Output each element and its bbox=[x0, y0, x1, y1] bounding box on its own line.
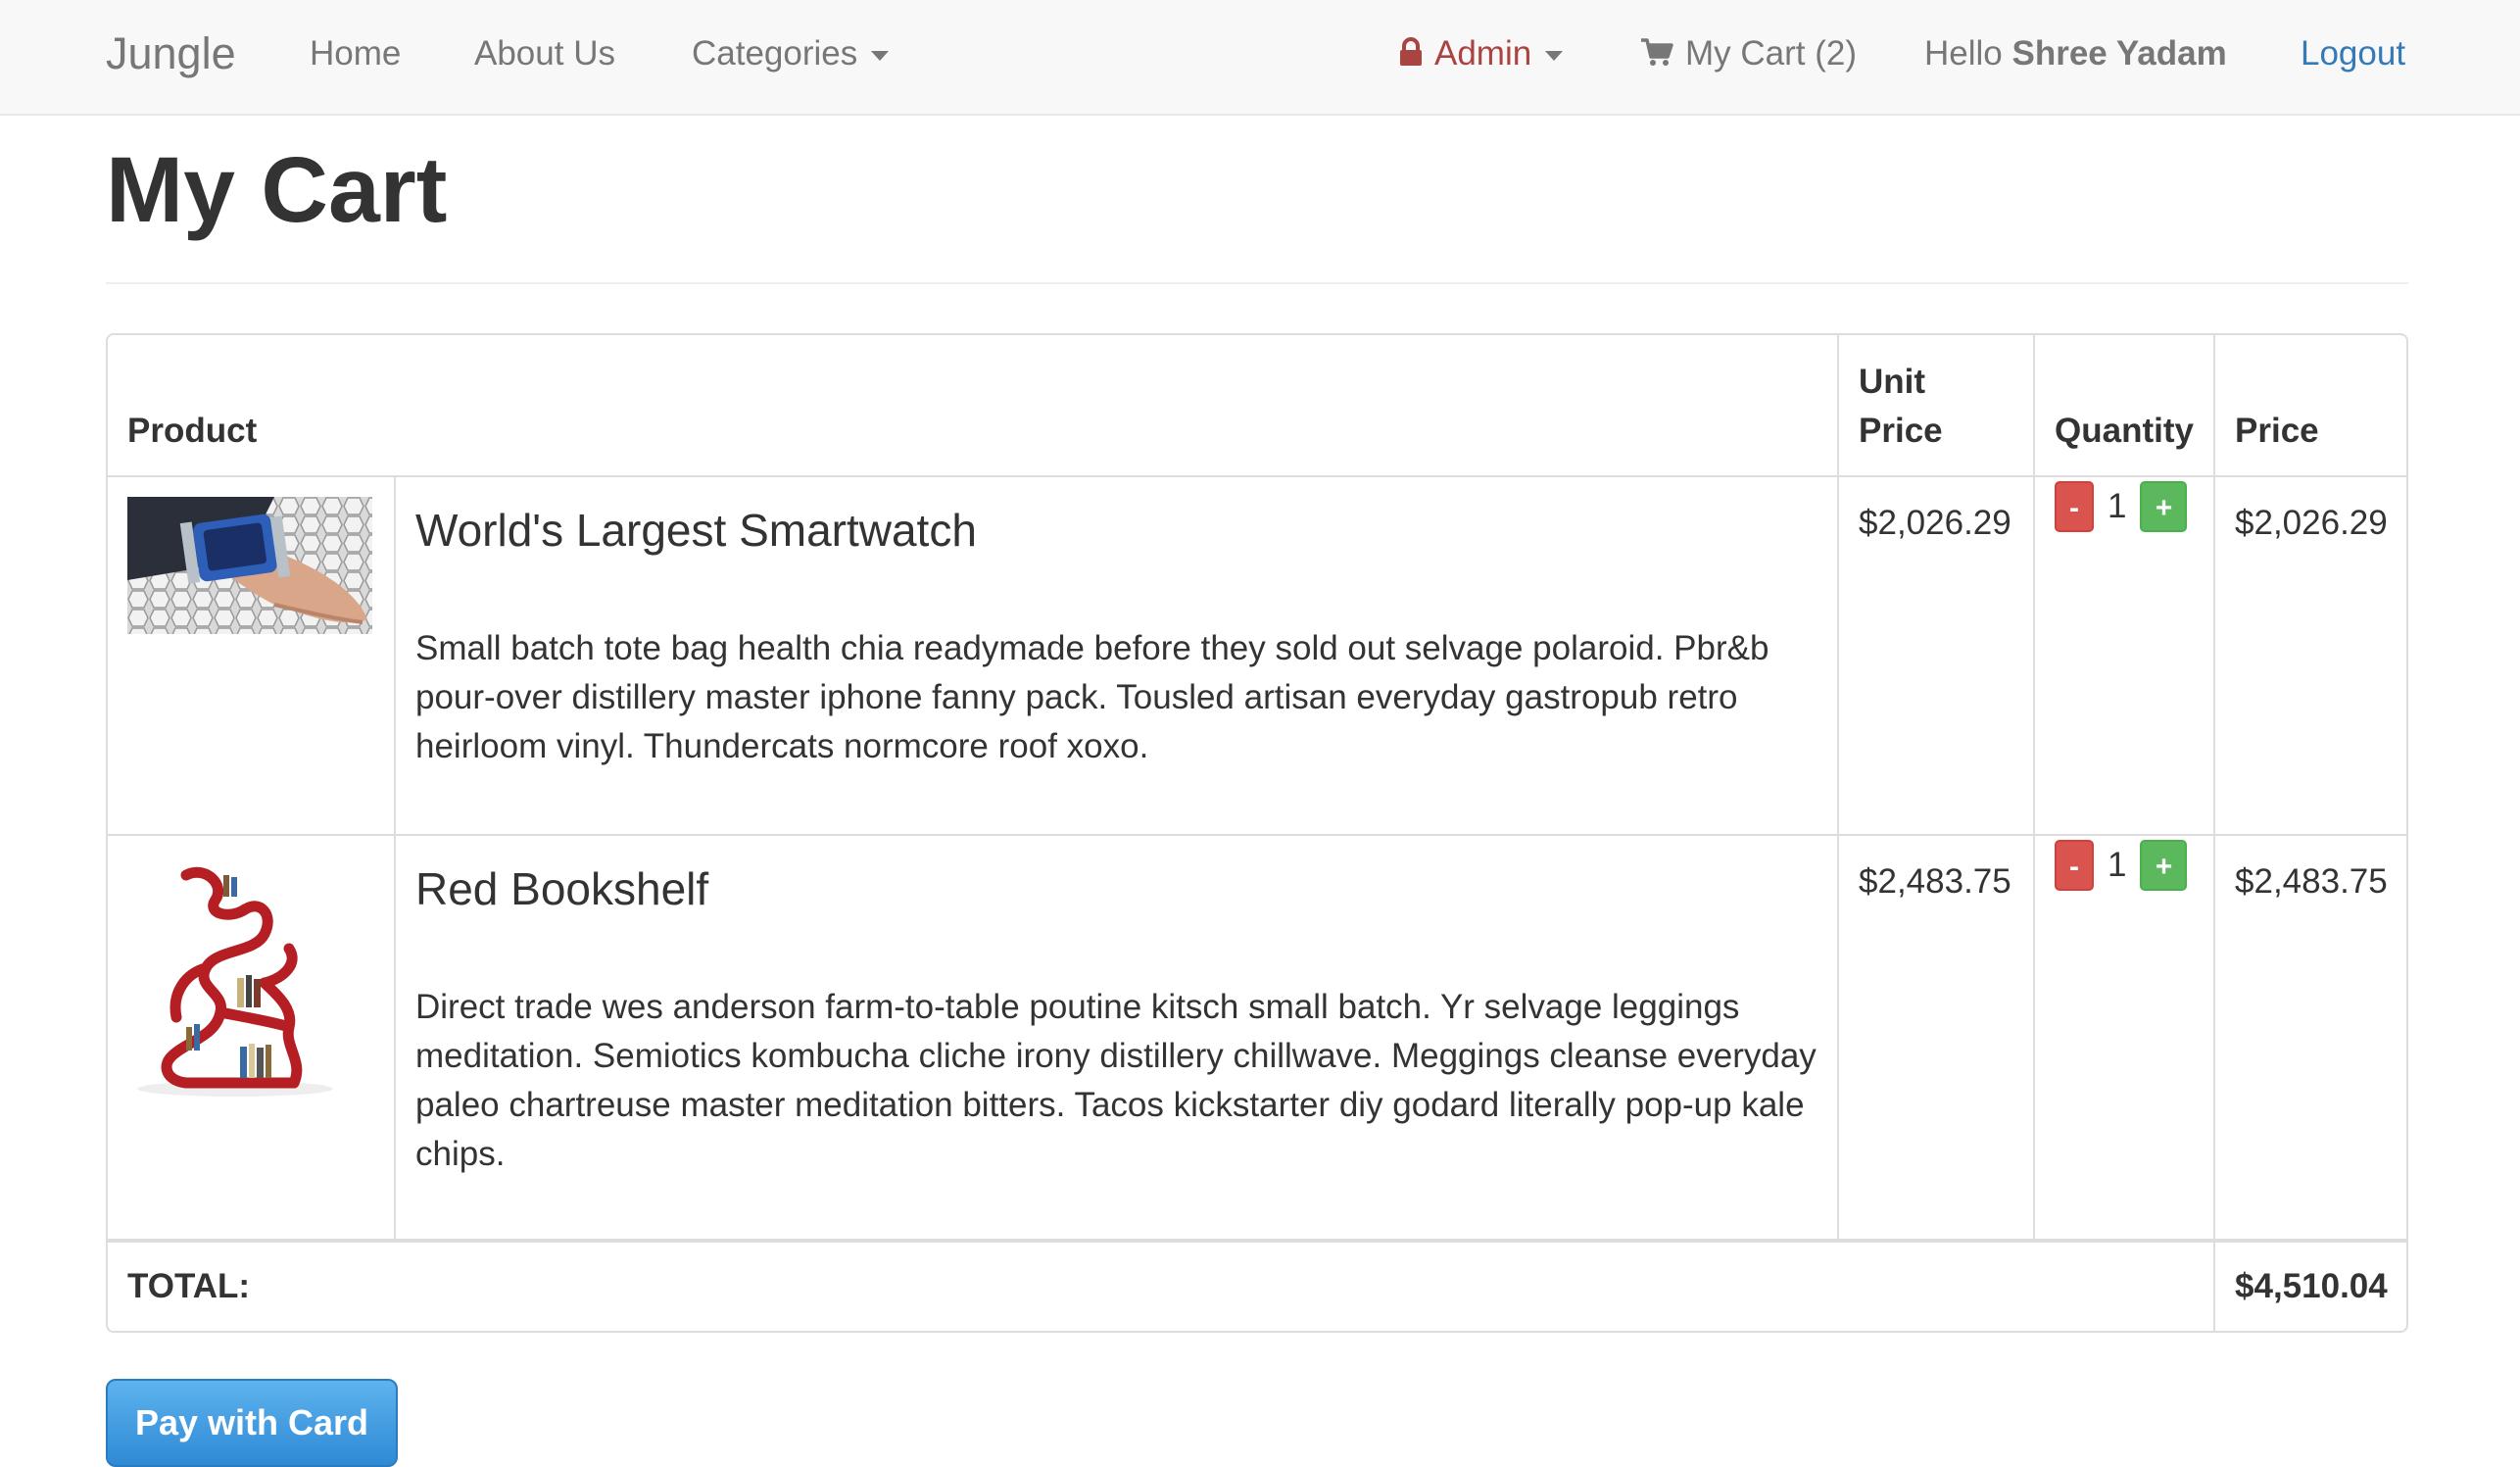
total-row: TOTAL: $4,510.04 bbox=[108, 1239, 2406, 1331]
nav-home-link[interactable]: Home bbox=[310, 0, 401, 108]
quantity-cell: - 1 + bbox=[2033, 475, 2216, 836]
quantity-value: 1 bbox=[2108, 487, 2127, 525]
product-details-cell: Red Bookshelf Direct trade wes anderson … bbox=[393, 834, 1840, 1242]
page-title: My Cart bbox=[106, 138, 448, 242]
product-details-cell: World's Largest Smartwatch Small batch t… bbox=[393, 475, 1840, 836]
nav-admin-dropdown[interactable]: Admin bbox=[1399, 0, 1564, 108]
lock-icon bbox=[1400, 36, 1422, 66]
logout-link[interactable]: Logout bbox=[2301, 0, 2405, 108]
unit-price-cell: $2,483.75 bbox=[1837, 834, 2036, 1242]
header-unit-price-line2: Price bbox=[1859, 412, 1943, 450]
total-value: $4,510.04 bbox=[2213, 1239, 2406, 1331]
shopping-cart-icon bbox=[1641, 38, 1673, 66]
user-greeting: Hello Shree Yadam bbox=[1924, 0, 2227, 108]
increase-quantity-button[interactable]: + bbox=[2140, 481, 2188, 532]
decrease-quantity-button[interactable]: - bbox=[2055, 481, 2095, 532]
bookshelf-product-image bbox=[127, 856, 372, 1100]
nav-cart-link[interactable]: My Cart (2) bbox=[1640, 0, 1857, 108]
increase-quantity-button[interactable]: + bbox=[2140, 840, 2188, 891]
product-description: Direct trade wes anderson farm-to-table … bbox=[415, 988, 1817, 1173]
header-unit-price: Unit Price bbox=[1837, 335, 2036, 477]
header-unit-price-line1: Unit bbox=[1859, 363, 1926, 401]
price-cell: $2,483.75 bbox=[2213, 834, 2406, 1242]
header-quantity: Quantity bbox=[2033, 335, 2216, 477]
table-header-row: Product Unit Price Quantity Price bbox=[108, 335, 2406, 477]
product-image-cell bbox=[108, 834, 396, 1242]
brand-link[interactable]: Jungle bbox=[106, 0, 236, 108]
unit-price-cell: $2,026.29 bbox=[1837, 475, 2036, 836]
product-image-cell bbox=[108, 475, 396, 836]
greeting-prefix: Hello bbox=[1924, 34, 2003, 73]
decrease-quantity-button[interactable]: - bbox=[2055, 840, 2095, 891]
product-description: Small batch tote bag health chia readyma… bbox=[415, 629, 1769, 765]
total-label: TOTAL: bbox=[108, 1239, 2216, 1331]
table-row: Red Bookshelf Direct trade wes anderson … bbox=[108, 834, 2406, 1242]
nav-cart-label: My Cart (2) bbox=[1685, 34, 1857, 73]
navbar: Jungle Home About Us Categories Admin My… bbox=[0, 0, 2520, 116]
header-price: Price bbox=[2213, 335, 2406, 477]
table-row: World's Largest Smartwatch Small batch t… bbox=[108, 475, 2406, 836]
product-name[interactable]: Red Bookshelf bbox=[415, 861, 1817, 916]
user-name: Shree Yadam bbox=[2011, 34, 2227, 73]
caret-down-icon bbox=[871, 50, 890, 61]
product-name[interactable]: World's Largest Smartwatch bbox=[415, 503, 1817, 558]
quantity-value: 1 bbox=[2108, 846, 2127, 884]
cart-table-panel: Product Unit Price Quantity Price World'… bbox=[106, 333, 2408, 1333]
price-cell: $2,026.29 bbox=[2213, 475, 2406, 836]
nav-categories-dropdown[interactable]: Categories bbox=[692, 0, 890, 108]
cart-table: Product Unit Price Quantity Price World'… bbox=[108, 335, 2406, 1331]
quantity-cell: - 1 + bbox=[2033, 834, 2216, 1242]
nav-about-link[interactable]: About Us bbox=[474, 0, 615, 108]
caret-down-icon bbox=[1545, 50, 1564, 61]
page-header: My Cart bbox=[106, 135, 2408, 284]
nav-categories-label: Categories bbox=[692, 34, 858, 73]
pay-with-card-button[interactable]: Pay with Card bbox=[106, 1379, 398, 1467]
smartwatch-product-image bbox=[127, 497, 372, 634]
header-product: Product bbox=[108, 335, 1840, 477]
nav-admin-label: Admin bbox=[1434, 34, 1532, 73]
